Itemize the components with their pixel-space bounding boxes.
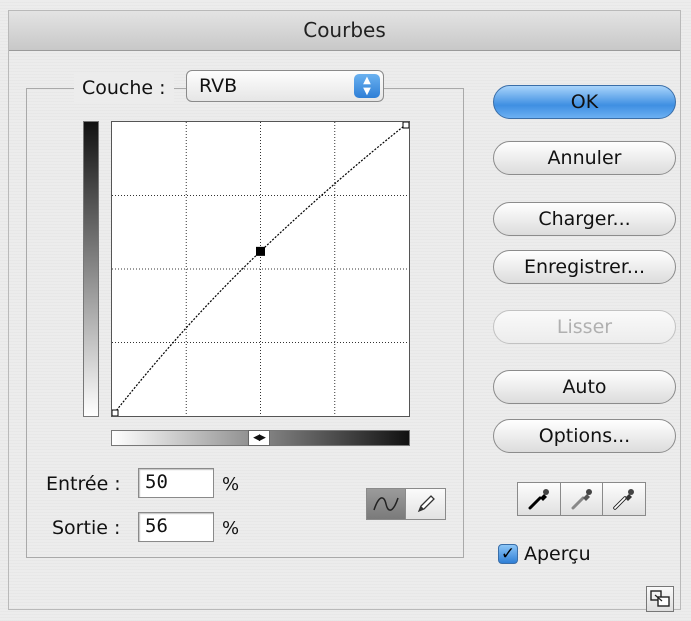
- curve-tool-icon[interactable]: [366, 488, 406, 520]
- pencil-tool-icon[interactable]: [406, 488, 446, 520]
- black-eyedropper-icon[interactable]: [517, 482, 561, 516]
- expand-dialog-icon[interactable]: [646, 586, 674, 612]
- channel-select-value: RVB: [199, 75, 238, 97]
- channel-select[interactable]: RVB ▲ ▼: [186, 70, 384, 102]
- curve-tools: [366, 488, 446, 520]
- preview-label: Aperçu: [524, 543, 591, 565]
- output-gradient-bar: [83, 121, 99, 417]
- gradient-toggle-icon[interactable]: ◀▶: [248, 430, 270, 446]
- output-label: Sortie :: [52, 517, 121, 539]
- save-button[interactable]: Enregistrer...: [493, 250, 676, 284]
- cancel-button[interactable]: Annuler: [493, 141, 676, 175]
- input-unit: %: [222, 474, 240, 495]
- selected-curve-point[interactable]: [256, 246, 265, 256]
- ok-button[interactable]: OK: [493, 85, 676, 119]
- preview-checkbox[interactable]: ✓: [498, 544, 518, 564]
- curve-graph[interactable]: [111, 121, 410, 417]
- auto-button[interactable]: Auto: [493, 370, 676, 404]
- window-titlebar: Courbes: [8, 10, 681, 51]
- checkmark-icon: ✓: [500, 544, 516, 564]
- input-label: Entrée :: [46, 473, 121, 495]
- input-gradient-bar: ◀▶: [111, 430, 410, 446]
- load-button[interactable]: Charger...: [493, 202, 676, 236]
- white-eyedropper-icon[interactable]: [603, 482, 647, 516]
- eyedropper-tools: [517, 482, 647, 516]
- curve-endpoint[interactable]: [402, 122, 409, 129]
- smooth-button[interactable]: Lisser: [493, 310, 676, 344]
- window-title: Courbes: [303, 18, 386, 42]
- curve-endpoint[interactable]: [112, 409, 119, 416]
- channel-label: Couche :: [74, 74, 174, 102]
- preview-toggle[interactable]: ✓ Aperçu: [498, 543, 591, 565]
- gray-eyedropper-icon[interactable]: [560, 482, 604, 516]
- input-field[interactable]: 50: [138, 468, 214, 498]
- select-arrows-icon: ▲ ▼: [354, 74, 380, 98]
- output-field[interactable]: 56: [138, 512, 214, 542]
- options-button[interactable]: Options...: [493, 419, 676, 453]
- curve-canvas[interactable]: [112, 122, 409, 416]
- output-unit: %: [222, 518, 240, 539]
